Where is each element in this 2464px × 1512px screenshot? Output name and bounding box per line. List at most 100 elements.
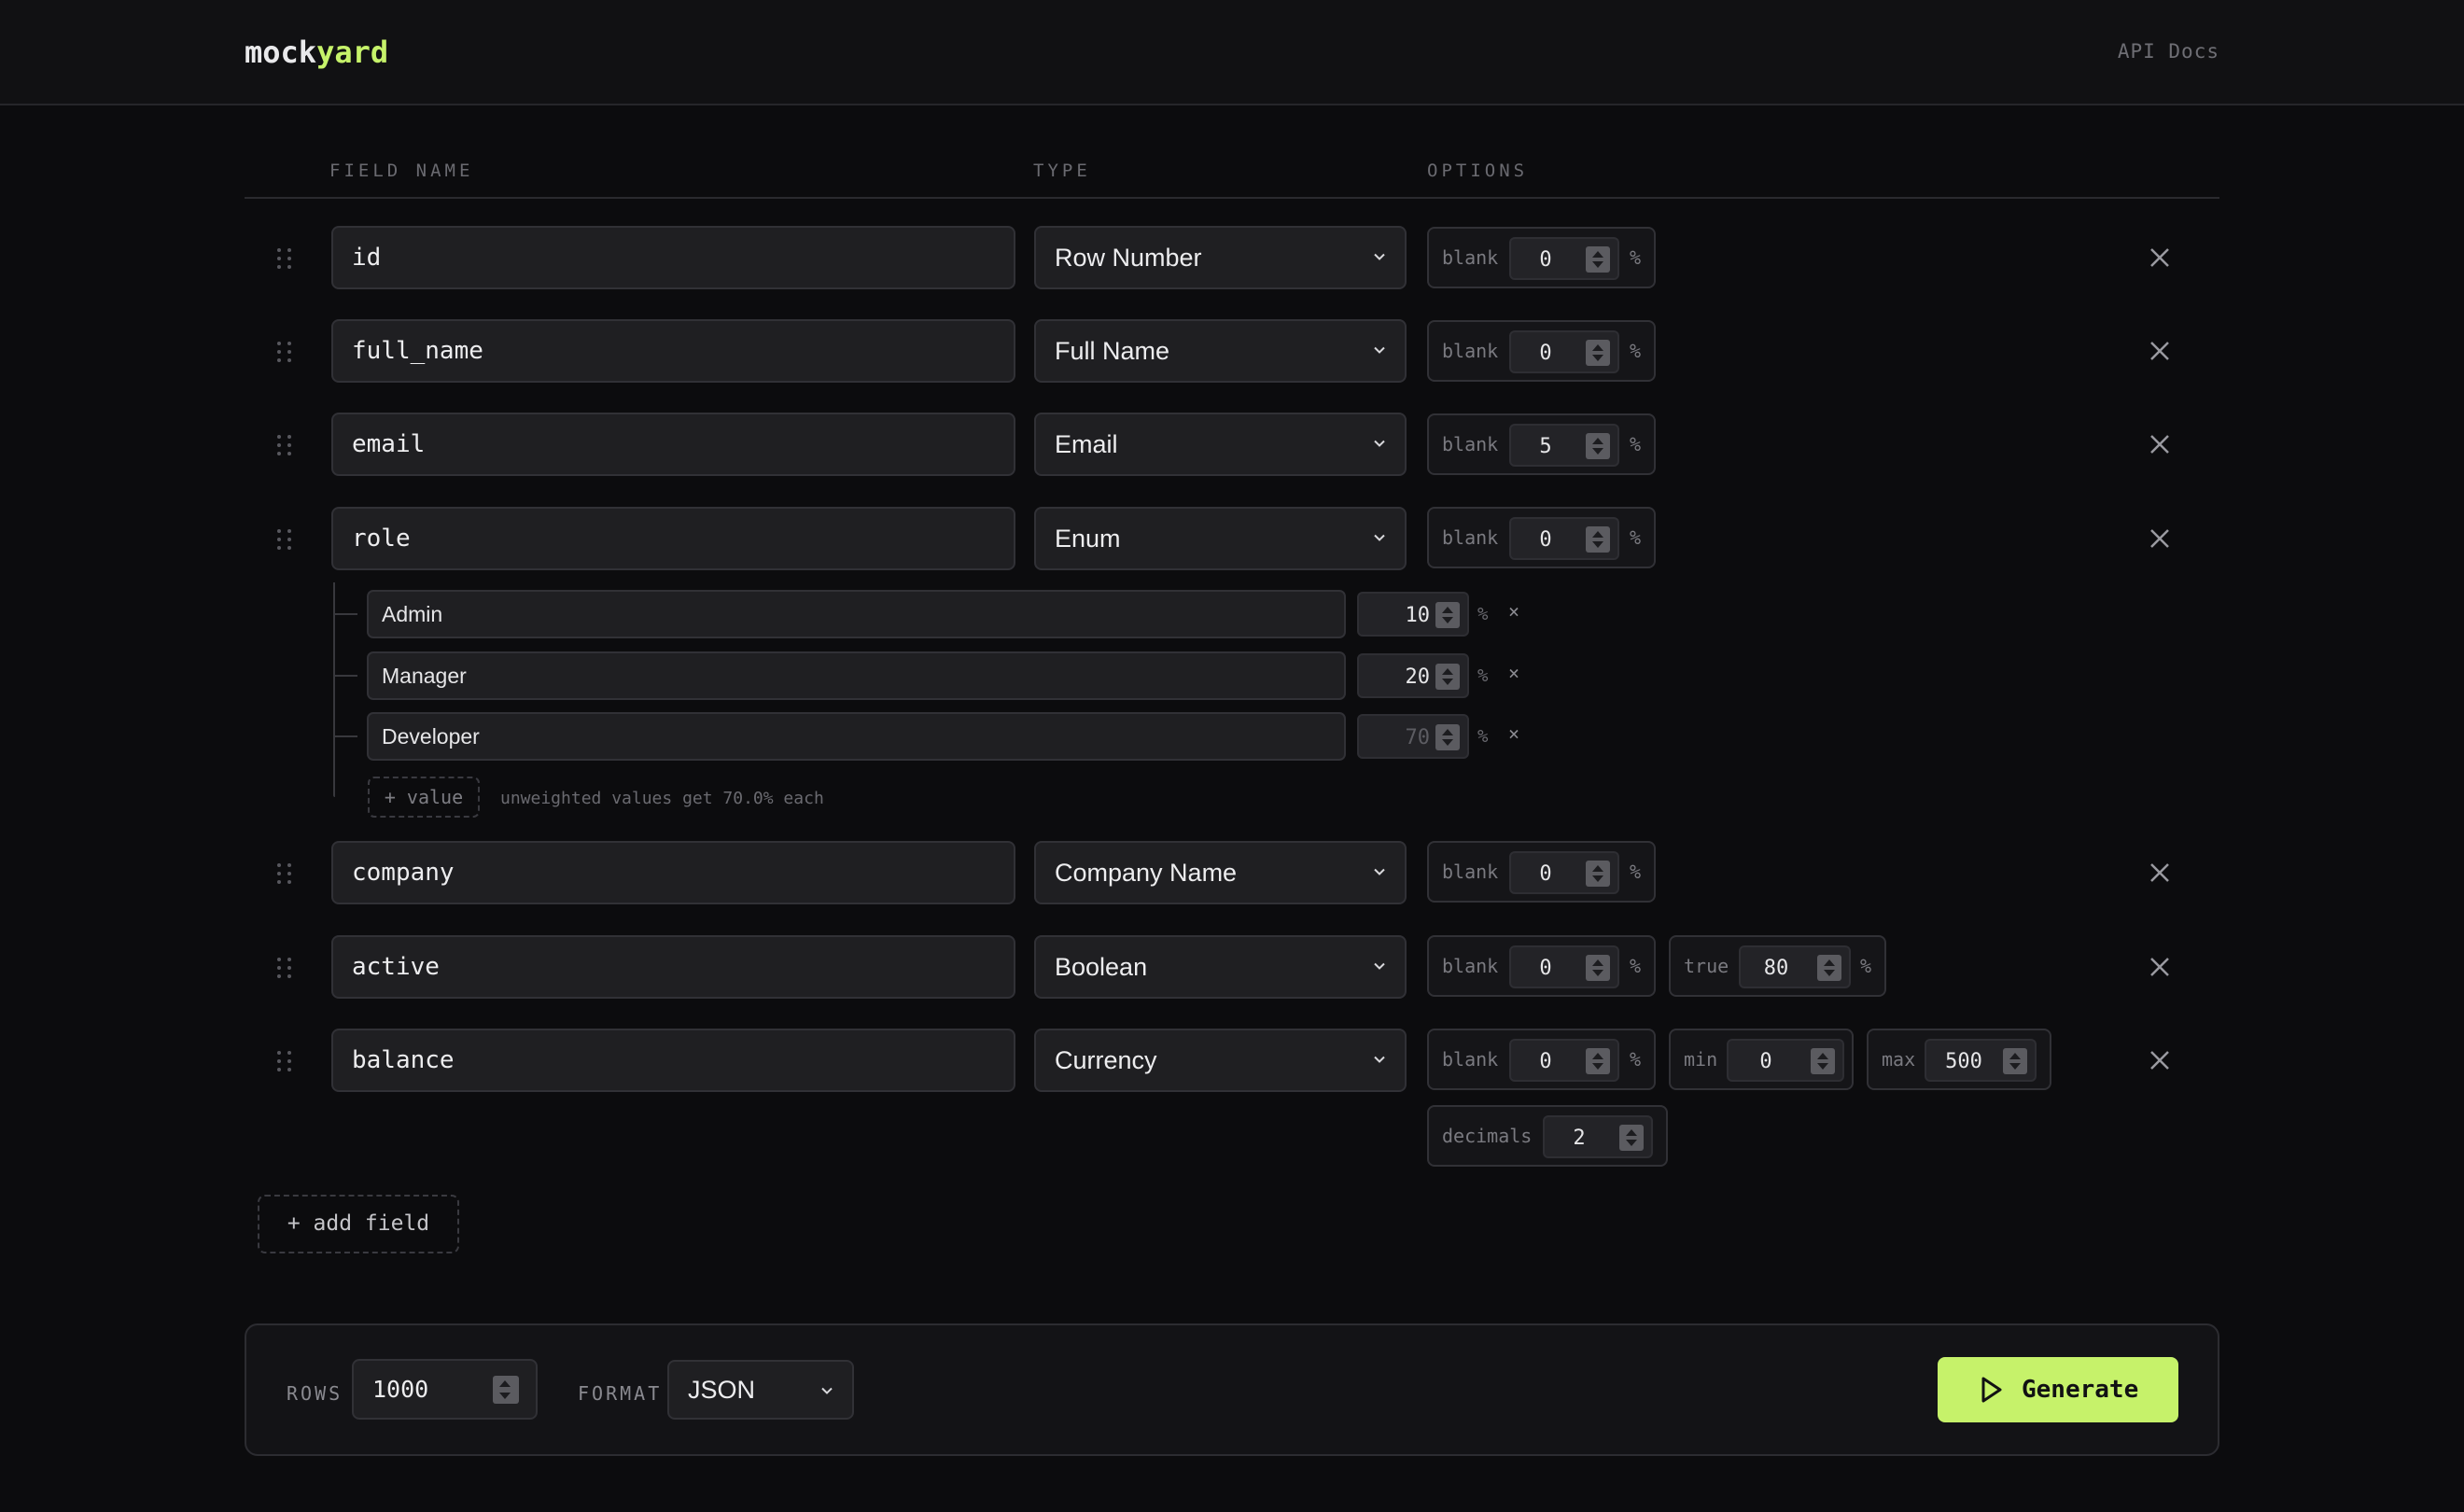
stepper-icon[interactable] [1586, 340, 1610, 366]
stepper-icon[interactable] [1435, 724, 1460, 750]
field-type-value: Currency [1055, 1046, 1157, 1074]
close-icon[interactable] [2149, 527, 2171, 550]
enum-weight-input[interactable]: 70 [1357, 714, 1469, 759]
stepper-icon[interactable] [1586, 433, 1610, 459]
field-type-select[interactable]: Enum [1034, 507, 1407, 570]
field-type-value: Company Name [1055, 859, 1238, 887]
field-type-select[interactable]: Email [1034, 413, 1407, 476]
decimals-input[interactable]: 2 [1543, 1115, 1653, 1158]
blank-label: blank [1442, 340, 1499, 362]
field-name-input[interactable]: role [331, 507, 1015, 570]
drag-handle-icon[interactable] [277, 529, 294, 550]
percent-sign: % [1860, 955, 1872, 977]
tree-branch [335, 613, 357, 615]
app-logo[interactable]: mockyard [245, 35, 388, 70]
field-type-select[interactable]: Currency [1034, 1029, 1407, 1092]
api-docs-link[interactable]: API Docs [2118, 40, 2219, 63]
percent-sign: % [1630, 340, 1642, 362]
blank-percent-input[interactable]: 0 [1509, 851, 1619, 894]
drag-handle-icon[interactable] [277, 435, 294, 455]
close-icon[interactable] [2149, 956, 2171, 978]
rows-input[interactable]: 1000 [352, 1359, 538, 1420]
true-value: 80 [1763, 957, 1789, 980]
stepper-icon[interactable] [1586, 955, 1610, 981]
drag-handle-icon[interactable] [277, 1051, 294, 1071]
close-icon[interactable] [2149, 861, 2171, 884]
logo-accent-text: yard [316, 35, 389, 70]
stepper-icon[interactable] [1586, 526, 1610, 553]
field-name-input[interactable]: full_name [331, 319, 1015, 383]
stepper-icon[interactable] [2003, 1048, 2027, 1074]
enum-value-input[interactable]: Developer [367, 712, 1346, 761]
blank-percent-input[interactable]: 0 [1509, 237, 1619, 280]
add-field-button[interactable]: + add field [258, 1195, 459, 1253]
drag-handle-icon[interactable] [277, 342, 294, 362]
max-value-input[interactable]: 500 [1925, 1039, 2037, 1082]
blank-label: blank [1442, 433, 1499, 455]
field-row: company Company Name blank 0 % [0, 841, 2464, 906]
drag-handle-icon[interactable] [277, 248, 294, 269]
enum-value-row: Developer 70 % × [0, 712, 2464, 761]
generate-button[interactable]: Generate [1938, 1357, 2178, 1422]
blank-percent-input[interactable]: 0 [1509, 945, 1619, 988]
tree-branch [335, 675, 357, 677]
stepper-icon[interactable] [1435, 602, 1460, 628]
min-value-input[interactable]: 0 [1727, 1039, 1844, 1082]
format-select[interactable]: JSON [667, 1360, 854, 1420]
stepper-icon[interactable] [1817, 955, 1841, 981]
enum-weight-input[interactable]: 20 [1357, 653, 1469, 698]
stepper-icon[interactable] [1619, 1125, 1644, 1151]
tree-branch [335, 735, 357, 737]
close-icon[interactable] [2149, 1049, 2171, 1071]
blank-label: blank [1442, 955, 1499, 977]
stepper-icon[interactable] [1586, 861, 1610, 887]
chevron-down-icon [1374, 868, 1385, 875]
header-divider [245, 197, 2219, 199]
blank-percent-input[interactable]: 0 [1509, 517, 1619, 560]
stepper-icon[interactable] [1586, 246, 1610, 273]
blank-value: 5 [1539, 435, 1552, 458]
percent-sign: % [1630, 1048, 1642, 1071]
stepper-icon[interactable] [1811, 1048, 1835, 1074]
drag-handle-icon[interactable] [277, 863, 294, 884]
close-icon[interactable] [2149, 246, 2171, 269]
blank-percent-input[interactable]: 5 [1509, 424, 1619, 467]
field-type-select[interactable]: Row Number [1034, 226, 1407, 289]
field-name-input[interactable]: balance [331, 1029, 1015, 1092]
play-icon [1981, 1377, 2002, 1403]
field-type-value: Full Name [1055, 337, 1170, 365]
field-type-select[interactable]: Company Name [1034, 841, 1407, 904]
format-label: FORMAT [578, 1382, 663, 1405]
enum-value-input[interactable]: Manager [367, 651, 1346, 700]
blank-percent-input[interactable]: 0 [1509, 1039, 1619, 1082]
blank-option: blank 0 % [1427, 320, 1656, 382]
remove-value-icon[interactable]: × [1508, 662, 1519, 684]
add-value-button[interactable]: + value [368, 777, 480, 818]
close-icon[interactable] [2149, 340, 2171, 362]
stepper-icon[interactable] [1586, 1048, 1610, 1074]
field-name-input[interactable]: id [331, 226, 1015, 289]
max-value: 500 [1945, 1050, 1982, 1073]
field-name-input[interactable]: email [331, 413, 1015, 476]
drag-handle-icon[interactable] [277, 958, 294, 978]
enum-weight-input[interactable]: 10 [1357, 592, 1469, 637]
blank-percent-input[interactable]: 0 [1509, 330, 1619, 373]
true-percent-input[interactable]: 80 [1739, 945, 1851, 988]
stepper-icon[interactable] [1435, 664, 1460, 690]
remove-value-icon[interactable]: × [1508, 600, 1519, 623]
field-type-select[interactable]: Full Name [1034, 319, 1407, 383]
enum-value-input[interactable]: Admin [367, 590, 1346, 638]
blank-option: blank 0 % [1427, 227, 1656, 288]
enum-weight-hint: unweighted values get 70.0% each [500, 789, 824, 808]
field-row: full_name Full Name blank 0 % [0, 319, 2464, 385]
blank-value: 0 [1539, 957, 1552, 980]
rows-value: 1000 [372, 1376, 429, 1403]
percent-sign: % [1630, 433, 1642, 455]
remove-value-icon[interactable]: × [1508, 722, 1519, 745]
field-name-input[interactable]: company [331, 841, 1015, 904]
field-type-select[interactable]: Boolean [1034, 935, 1407, 999]
stepper-icon[interactable] [493, 1376, 519, 1404]
field-name-input[interactable]: active [331, 935, 1015, 999]
close-icon[interactable] [2149, 433, 2171, 455]
percent-sign: % [1630, 955, 1642, 977]
